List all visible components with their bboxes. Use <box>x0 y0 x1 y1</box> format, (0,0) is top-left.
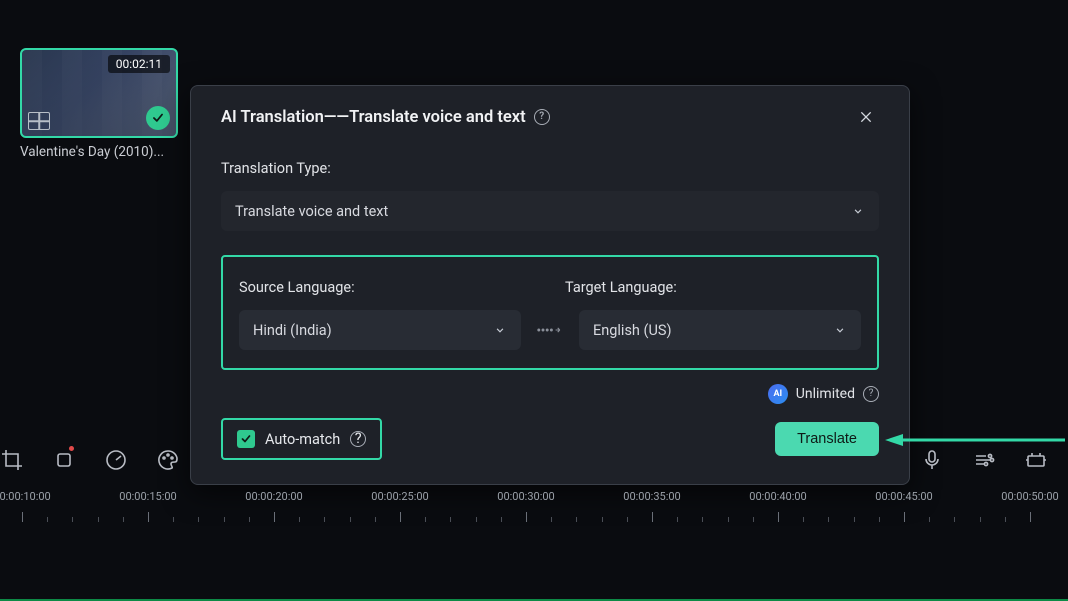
audio-mixer-icon[interactable] <box>972 448 996 472</box>
ruler-time-label: 00:00:20:00 <box>245 490 302 503</box>
ai-translation-dialog: AI Translation——Translate voice and text… <box>190 85 910 485</box>
marker-icon[interactable] <box>52 448 76 472</box>
plan-label: Unlimited <box>796 386 855 402</box>
media-thumbnail[interactable]: 00:02:11 <box>20 48 178 138</box>
ruler-time-label: 00:00:30:00 <box>497 490 554 503</box>
source-language-label: Source Language: <box>239 279 535 296</box>
target-language-select[interactable]: English (US) <box>579 310 861 350</box>
help-icon[interactable] <box>863 386 879 402</box>
speed-icon[interactable] <box>104 448 128 472</box>
plan-row: AI Unlimited <box>221 384 879 404</box>
ruler-ticks <box>0 508 1068 522</box>
color-palette-icon[interactable] <box>156 448 180 472</box>
applied-check-icon <box>146 106 170 130</box>
timeline-ruler[interactable]: 00:00:10:00 00:00:15:00 00:00:20:00 00:00:2… <box>0 490 1068 525</box>
filmstrip-icon <box>28 112 50 130</box>
language-selection-highlight: Source Language: Target Language: Hindi … <box>221 255 879 370</box>
translation-type-label: Translation Type: <box>221 160 879 177</box>
ruler-time-label: 00:00:35:00 <box>623 490 680 503</box>
source-language-value: Hindi (India) <box>253 322 332 339</box>
direction-arrow-icon <box>535 320 565 340</box>
microphone-icon[interactable] <box>920 448 944 472</box>
app-root: 00:02:11 Valentine's Day (2010)... AI Tr… <box>0 0 1068 601</box>
target-language-label: Target Language: <box>535 279 861 296</box>
chevron-down-icon <box>493 323 507 337</box>
target-language-value: English (US) <box>593 322 672 339</box>
dialog-title: AI Translation——Translate voice and text <box>221 108 550 127</box>
help-icon[interactable] <box>534 109 550 125</box>
translation-type-value: Translate voice and text <box>235 203 388 220</box>
translation-type-select[interactable]: Translate voice and text <box>221 191 879 231</box>
ruler-time-label: 00:00:50:00 <box>1001 490 1058 503</box>
ruler-time-label: 00:00:40:00 <box>749 490 806 503</box>
ruler-time-label: 00:00:45:00 <box>875 490 932 503</box>
ruler-time-label: 00:00:25:00 <box>371 490 428 503</box>
clip-duration-badge: 00:02:11 <box>108 55 170 73</box>
media-caption: Valentine's Day (2010)... <box>20 144 180 160</box>
dialog-header: AI Translation——Translate voice and text <box>221 104 879 130</box>
chevron-down-icon <box>851 204 865 218</box>
ruler-time-label: 00:00:15:00 <box>119 490 176 503</box>
ai-badge-icon: AI <box>768 384 788 404</box>
timeline-toolbar <box>0 440 1068 480</box>
dialog-title-text: AI Translation——Translate voice and text <box>221 108 526 127</box>
render-icon[interactable] <box>1024 448 1048 472</box>
close-button[interactable] <box>853 104 879 130</box>
ruler-time-label: 00:00:10:00 <box>0 490 51 503</box>
crop-icon[interactable] <box>0 448 24 472</box>
source-language-select[interactable]: Hindi (India) <box>239 310 521 350</box>
chevron-down-icon <box>833 323 847 337</box>
